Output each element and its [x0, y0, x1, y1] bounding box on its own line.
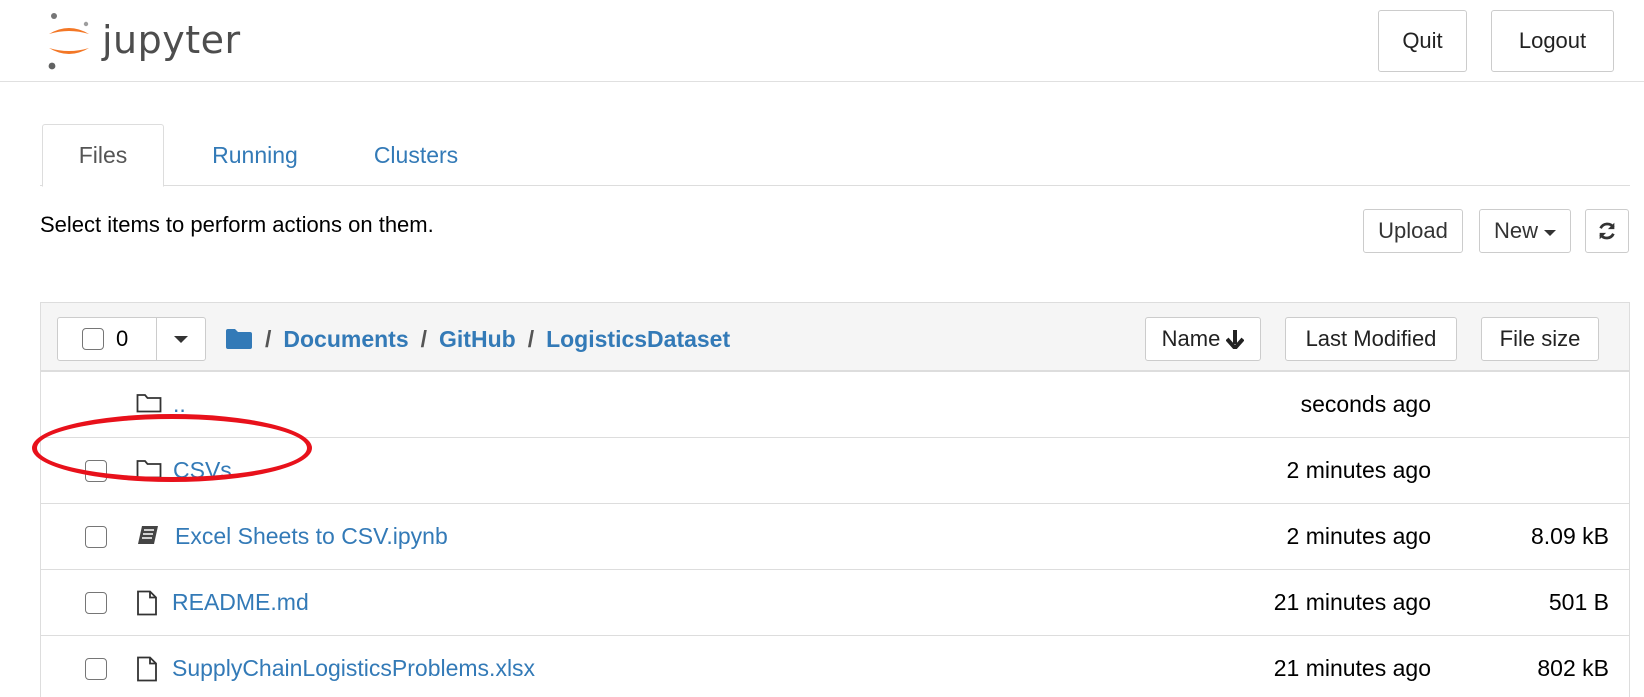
tab-files[interactable]: Files — [42, 124, 164, 187]
item-modified: seconds ago — [1300, 391, 1431, 417]
select-all-checkbox[interactable] — [82, 328, 104, 350]
selected-count: 0 — [116, 326, 129, 351]
header-bar: jupyter Quit Logout — [0, 0, 1644, 82]
logo-text: jupyter — [102, 18, 241, 62]
jupyter-logo[interactable]: jupyter — [46, 10, 241, 70]
item-name-link[interactable]: CSVs — [173, 457, 232, 484]
item-size: 8.09 kB — [1531, 523, 1609, 549]
refresh-button[interactable] — [1585, 209, 1629, 253]
item-size: 802 kB — [1537, 655, 1609, 681]
list-item[interactable]: .. seconds ago — [41, 371, 1629, 437]
notebook-icon — [138, 526, 158, 544]
new-label: New — [1493, 218, 1538, 243]
tab-clusters[interactable]: Clusters — [346, 124, 486, 186]
file-list-header: 0 / Documents / GitHub / LogisticsDatase… — [41, 303, 1629, 371]
item-modified: 2 minutes ago — [1286, 523, 1431, 549]
list-item[interactable]: README.md 21 minutes ago 501 B — [41, 569, 1629, 635]
tab-bar: Files Running Clusters — [40, 124, 1630, 187]
tab-running[interactable]: Running — [190, 124, 320, 186]
file-icon — [137, 590, 157, 616]
item-size: 501 B — [1548, 589, 1609, 615]
breadcrumb-github[interactable]: GitHub — [439, 326, 516, 353]
list-item[interactable]: Excel Sheets to CSV.ipynb 2 minutes ago … — [41, 503, 1629, 569]
select-all-control[interactable]: 0 — [57, 317, 157, 361]
item-name-link[interactable]: .. — [173, 391, 186, 418]
list-item[interactable]: CSVs 2 minutes ago — [41, 437, 1629, 503]
item-name-link[interactable]: README.md — [172, 589, 309, 616]
arrow-down-icon — [1226, 330, 1245, 349]
list-item[interactable]: SupplyChainLogisticsProblems.xlsx 21 min… — [41, 635, 1629, 697]
refresh-icon — [1599, 222, 1615, 240]
sort-by-name-button[interactable]: Name — [1145, 317, 1261, 361]
breadcrumb-separator: / — [527, 325, 535, 352]
caret-down-icon — [1544, 229, 1556, 236]
quit-button[interactable]: Quit — [1378, 10, 1467, 72]
breadcrumb-logisticsdataset[interactable]: LogisticsDataset — [546, 326, 730, 353]
item-modified: 21 minutes ago — [1273, 655, 1431, 681]
sort-by-modified-button[interactable]: Last Modified — [1285, 317, 1457, 361]
item-checkbox[interactable] — [85, 658, 107, 680]
selection-hint: Select items to perform actions on them. — [40, 212, 434, 237]
item-modified: 21 minutes ago — [1273, 589, 1431, 615]
item-modified: 2 minutes ago — [1286, 457, 1431, 483]
folder-outline-icon — [136, 394, 162, 413]
item-name-link[interactable]: Excel Sheets to CSV.ipynb — [175, 523, 448, 550]
breadcrumb-documents[interactable]: Documents — [283, 326, 408, 353]
logout-button[interactable]: Logout — [1491, 10, 1614, 72]
breadcrumb-separator: / — [265, 325, 272, 352]
breadcrumb: / Documents / GitHub / LogisticsDataset — [225, 319, 730, 359]
file-list: 0 / Documents / GitHub / LogisticsDatase… — [40, 302, 1630, 697]
caret-down-icon — [174, 335, 188, 343]
item-name-link[interactable]: SupplyChainLogisticsProblems.xlsx — [172, 655, 535, 682]
folder-outline-icon — [136, 460, 162, 479]
file-icon — [137, 656, 157, 682]
select-menu-button[interactable] — [156, 317, 206, 361]
sort-name-label: Name — [1161, 326, 1221, 351]
upload-button[interactable]: Upload — [1363, 209, 1463, 253]
jupyter-logo-icon — [48, 13, 89, 70]
sort-by-size-button[interactable]: File size — [1481, 317, 1599, 361]
breadcrumb-separator: / — [420, 325, 428, 352]
item-checkbox[interactable] — [85, 526, 107, 548]
folder-home-icon[interactable] — [225, 328, 253, 350]
item-checkbox[interactable] — [85, 592, 107, 614]
new-dropdown-button[interactable]: New — [1479, 209, 1571, 253]
item-checkbox[interactable] — [85, 460, 107, 482]
